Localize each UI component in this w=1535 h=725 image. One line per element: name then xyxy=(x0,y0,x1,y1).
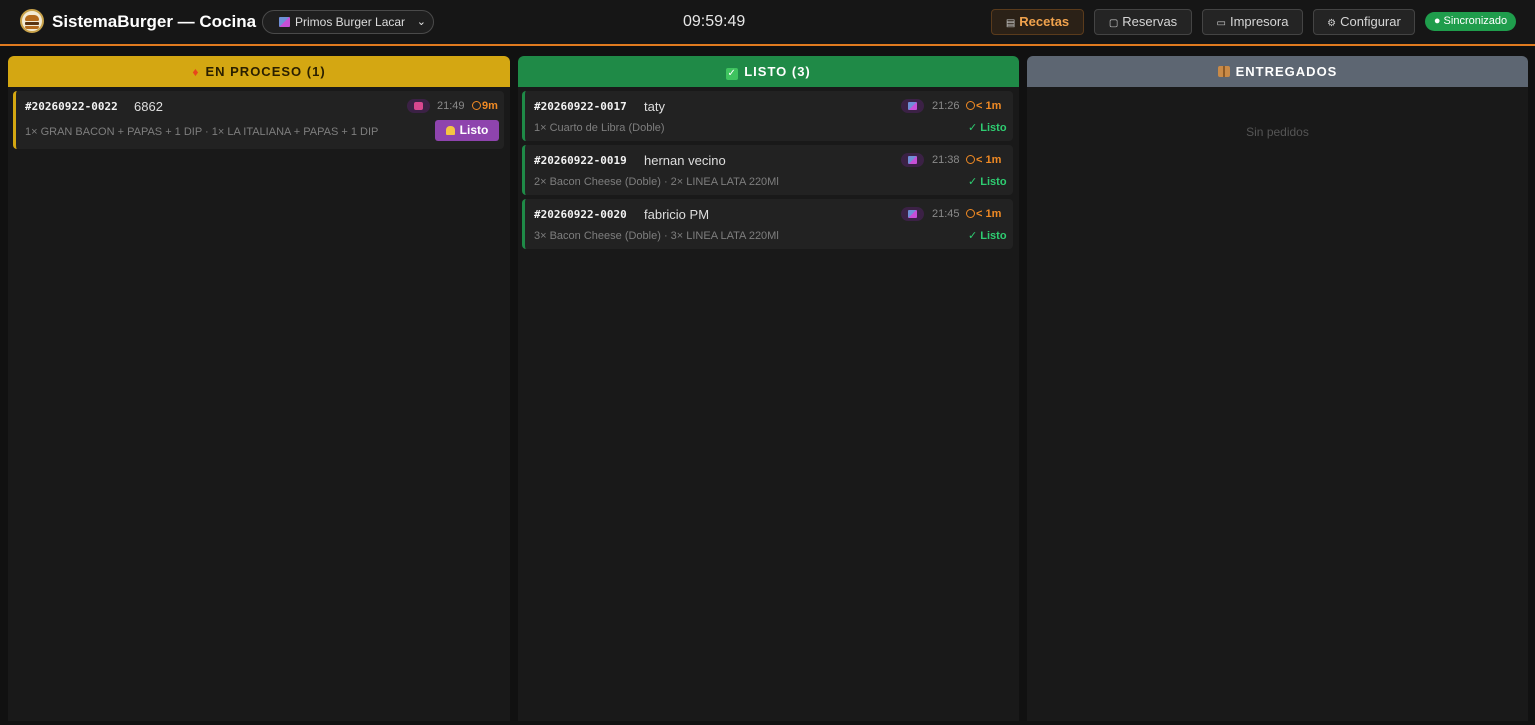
order-status: ✓ Listo xyxy=(968,122,1007,134)
timer-icon xyxy=(966,101,975,110)
order-customer-name: 6862 xyxy=(134,99,163,114)
printer-icon: ▭ xyxy=(1216,18,1226,29)
app-title: SistemaBurger — Cocina xyxy=(52,12,257,31)
order-elapsed-value: < 1m xyxy=(976,100,1002,112)
order-items: 3× Bacon Cheese (Doble) · 3× LINEA LATA … xyxy=(534,230,779,242)
order-time: 21:26 xyxy=(932,100,960,112)
store-select-value: Primos Burger Lacar xyxy=(295,15,406,29)
column-header-en-proceso: ♦ EN PROCESO (1) xyxy=(8,56,510,87)
order-card[interactable]: #20260922-0022 6862 21:49 9m 1× GRAN BAC… xyxy=(13,91,504,149)
order-status: ✓ Listo xyxy=(968,230,1007,242)
order-items: 1× Cuarto de Libra (Doble) xyxy=(534,122,665,134)
package-icon xyxy=(1217,66,1230,77)
order-customer-name: fabricio PM xyxy=(644,207,710,222)
order-number: #20260922-0017 xyxy=(534,100,627,113)
timer-icon xyxy=(966,155,975,164)
burger-logo-icon xyxy=(20,9,44,33)
calendar-icon: ▢ xyxy=(1108,18,1119,29)
order-time: 21:38 xyxy=(932,154,960,166)
mark-listo-button[interactable]: Listo xyxy=(435,120,499,141)
configurar-button[interactable]: ⚙ Configurar xyxy=(1313,9,1415,35)
order-elapsed-value: < 1m xyxy=(976,154,1002,166)
delivery-type-badge xyxy=(901,99,924,113)
impresora-button-label: Impresora xyxy=(1229,14,1289,29)
sync-status-badge: ● Sincronizado xyxy=(1425,12,1516,31)
store-select[interactable]: Primos Burger Lacar ⌄ xyxy=(262,10,434,34)
order-customer-name: hernan vecino xyxy=(644,153,726,168)
motorcycle-icon xyxy=(414,102,423,110)
order-elapsed: < 1m xyxy=(966,154,1001,167)
bell-icon xyxy=(445,126,455,135)
store-icon xyxy=(279,17,290,27)
order-items: 2× Bacon Cheese (Doble) · 2× LINEA LATA … xyxy=(534,176,779,188)
timer-icon xyxy=(472,101,481,110)
clock: 09:59:49 xyxy=(683,13,746,30)
mark-listo-button-label: Listo xyxy=(459,123,489,137)
check-icon: ✓ xyxy=(726,68,739,80)
recetas-button-label: Recetas xyxy=(1019,14,1070,29)
delivery-type-badge xyxy=(407,99,430,113)
order-items: 1× GRAN BACON + PAPAS + 1 DIP · 1× LA IT… xyxy=(25,126,379,138)
order-elapsed-value: 9m xyxy=(482,100,498,112)
column-title: ENTREGADOS xyxy=(1235,64,1338,79)
shopping-bag-icon xyxy=(908,210,917,218)
order-elapsed: < 1m xyxy=(966,100,1001,113)
order-status: ✓ Listo xyxy=(968,176,1007,188)
column-listo: ✓ LISTO (3) #20260922-0017 taty 21:26 < 1… xyxy=(518,56,1019,721)
shopping-bag-icon xyxy=(908,102,917,110)
column-title: LISTO (3) xyxy=(744,64,811,79)
order-number: #20260922-0022 xyxy=(25,100,118,113)
column-entregados: ENTREGADOS Sin pedidos xyxy=(1027,56,1528,721)
column-header-listo: ✓ LISTO (3) xyxy=(518,56,1019,87)
column-title: EN PROCESO (1) xyxy=(205,64,326,79)
order-elapsed: 9m xyxy=(472,100,498,113)
order-number: #20260922-0020 xyxy=(534,208,627,221)
column-header-entregados: ENTREGADOS xyxy=(1027,56,1528,87)
gear-icon: ⚙ xyxy=(1327,18,1337,29)
empty-state-text: Sin pedidos xyxy=(1246,125,1309,139)
chevron-down-icon: ⌄ xyxy=(416,16,426,28)
shopping-bag-icon xyxy=(908,156,917,164)
delivery-type-badge xyxy=(901,153,924,167)
delivery-type-badge xyxy=(901,207,924,221)
fire-icon: ♦ xyxy=(192,65,200,79)
top-bar: SistemaBurger — Cocina Primos Burger Lac… xyxy=(0,0,1535,46)
timer-icon xyxy=(966,209,975,218)
order-number: #20260922-0019 xyxy=(534,154,627,167)
reservas-button-label: Reservas xyxy=(1122,14,1178,29)
order-customer-name: taty xyxy=(644,99,665,114)
order-card[interactable]: #20260922-0019 hernan vecino 21:38 < 1m … xyxy=(522,145,1013,195)
order-elapsed: < 1m xyxy=(966,208,1001,221)
configurar-button-label: Configurar xyxy=(1340,14,1401,29)
order-card[interactable]: #20260922-0020 fabricio PM 21:45 < 1m 3×… xyxy=(522,199,1013,249)
recetas-button[interactable]: ▤ Recetas xyxy=(991,9,1084,35)
order-elapsed-value: < 1m xyxy=(976,208,1002,220)
order-time: 21:45 xyxy=(932,208,960,220)
order-card[interactable]: #20260922-0017 taty 21:26 < 1m 1× Cuarto… xyxy=(522,91,1013,141)
impresora-button[interactable]: ▭ Impresora xyxy=(1202,9,1303,35)
reservas-button[interactable]: ▢ Reservas xyxy=(1094,9,1192,35)
order-time: 21:49 xyxy=(437,100,465,112)
clipboard-icon: ▤ xyxy=(1005,18,1016,29)
column-en-proceso: ♦ EN PROCESO (1) #20260922-0022 6862 21:4… xyxy=(8,56,510,721)
